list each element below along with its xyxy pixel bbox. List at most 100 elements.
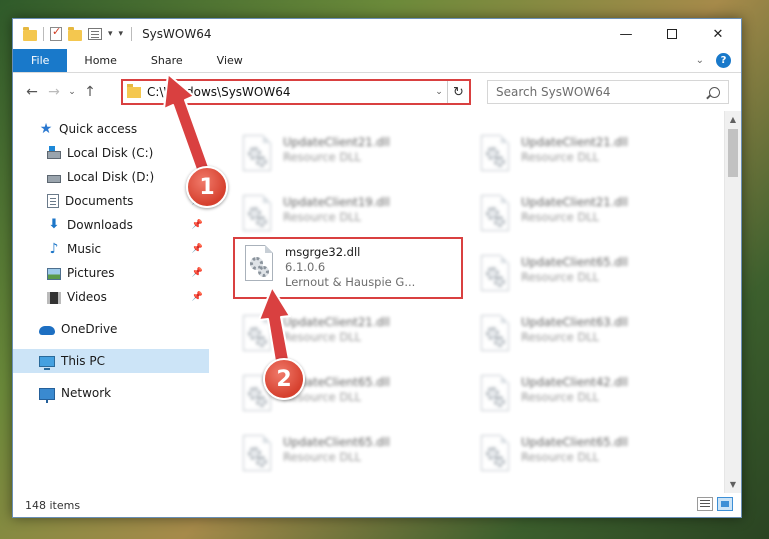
file-name: UpdateClient42.dll [521,375,628,389]
sidebar-item-quick-access[interactable]: ★ Quick access [13,117,209,141]
list-item[interactable]: UpdateClient21.dll Resource DLL [233,309,463,367]
sidebar-item-label: Music [67,242,102,256]
sidebar-item-downloads[interactable]: ⬇ Downloads 📌 [13,213,209,237]
minimize-button[interactable]: — [603,19,649,49]
sidebar-item-documents[interactable]: Documents 📌 [13,189,209,213]
maximize-icon [667,29,677,39]
list-item[interactable]: UpdateClient65.dll Resource DLL [471,249,701,307]
file-name: UpdateClient21.dll [521,195,628,209]
sidebar-item-onedrive[interactable]: OneDrive [13,317,209,341]
pin-icon[interactable]: 📌 [192,244,203,254]
dll-file-icon [239,135,275,179]
list-item[interactable]: UpdateClient21.dll Resource DLL [233,129,463,187]
file-type: Resource DLL [521,210,600,224]
download-icon: ⬇ [48,217,60,232]
file-name: UpdateClient19.dll [283,195,390,209]
list-item[interactable]: UpdateClient65.dll Resource DLL [471,429,701,487]
refresh-icon[interactable]: ↻ [447,81,469,103]
sidebar-item-local-disk-d[interactable]: Local Disk (D:) 📌 [13,165,209,189]
file-type: Resource DLL [521,270,600,284]
file-name: msgrge32.dll [285,245,361,259]
scrollbar-thumb[interactable] [728,129,738,177]
windows-drive-icon [47,145,61,159]
file-name: UpdateClient21.dll [521,135,628,149]
file-version: 6.1.0.6 [285,260,326,274]
chevron-down-icon[interactable]: ▾ [108,29,113,39]
ribbon-right: ⌄ ? [696,49,741,72]
expand-ribbon-icon[interactable]: ⌄ [696,55,704,66]
file-company: Lernout & Hauspie G... [285,275,416,289]
title-bar: ▾ ▾ SysWOW64 — ✕ [13,19,741,49]
list-item[interactable]: UpdateClient65.dll Resource DLL [233,429,463,487]
file-name: UpdateClient65.dll [283,435,390,449]
chevron-down-icon[interactable]: ⌄ [431,87,447,97]
tab-file[interactable]: File [13,49,68,72]
sidebar-item-this-pc[interactable]: This PC [13,349,209,373]
sidebar-item-pictures[interactable]: Pictures 📌 [13,261,209,285]
window-title: SysWOW64 [142,27,212,41]
address-path[interactable]: C:\Windows\SysWOW64 [147,85,431,99]
file-type: Resource DLL [283,450,362,464]
dll-file-icon [477,435,513,479]
properties-icon[interactable] [88,28,102,40]
search-input[interactable]: Search SysWOW64 [487,80,729,104]
sidebar-item-label: Documents [65,194,134,208]
music-icon: ♪ [49,241,59,257]
help-icon[interactable]: ? [716,53,731,68]
sidebar-item-label: Videos [67,290,107,304]
details-view-icon[interactable] [697,497,713,511]
file-type: Resource DLL [521,450,600,464]
tiles-view-icon[interactable] [717,497,733,511]
star-icon: ★ [39,121,53,137]
explorer-window: ▾ ▾ SysWOW64 — ✕ File Home Share View ⌄ … [12,18,742,518]
forward-arrow-icon[interactable]: → [43,84,65,100]
customize-toolbar-icon[interactable]: ▾ [119,29,124,39]
status-bar: 148 items [13,493,741,517]
step-1-badge: 1 [186,166,228,208]
vertical-scrollbar[interactable]: ▲ ▼ [724,111,741,493]
sidebar-item-label: Local Disk (C:) [67,146,154,160]
dll-file-icon [239,435,275,479]
pictures-icon [47,267,61,280]
file-type: Resource DLL [283,150,362,164]
new-folder-icon[interactable] [68,27,82,41]
scroll-up-icon[interactable]: ▲ [725,111,741,128]
onedrive-cloud-icon [39,326,55,335]
pin-icon[interactable]: 📌 [192,148,203,158]
list-item[interactable]: UpdateClient63.dll Resource DLL [471,309,701,367]
step-2-badge: 2 [263,358,305,400]
sidebar-item-label: Network [61,386,112,400]
list-item[interactable]: UpdateClient42.dll Resource DLL [471,369,701,427]
recent-locations-icon[interactable]: ⌄ [65,87,79,97]
list-item[interactable]: UpdateClient21.dll Resource DLL [471,189,701,247]
tab-home[interactable]: Home [67,49,133,72]
scroll-down-icon[interactable]: ▼ [725,476,741,493]
maximize-button[interactable] [649,19,695,49]
sidebar-item-videos[interactable]: Videos 📌 [13,285,209,309]
file-name: UpdateClient63.dll [521,315,628,329]
dll-file-icon [477,255,513,299]
pin-icon[interactable]: 📌 [192,268,203,278]
tab-share[interactable]: Share [134,49,200,72]
tab-view[interactable]: View [200,49,260,72]
sidebar-item-music[interactable]: ♪ Music 📌 [13,237,209,261]
file-type: Resource DLL [521,330,600,344]
file-type: Resource DLL [521,150,600,164]
back-arrow-icon[interactable]: ← [21,84,43,100]
close-icon: ✕ [712,26,724,42]
pin-icon[interactable]: 📌 [192,292,203,302]
properties-check-icon[interactable] [50,25,62,41]
search-icon[interactable] [709,86,720,98]
sidebar-item-local-disk-c[interactable]: Local Disk (C:) 📌 [13,141,209,165]
dll-file-icon [239,315,275,359]
up-arrow-icon[interactable]: ↑ [79,84,101,100]
file-type: Resource DLL [283,210,362,224]
list-item[interactable]: UpdateClient21.dll Resource DLL [471,129,701,187]
dll-file-icon [477,135,513,179]
close-button[interactable]: ✕ [695,19,741,49]
selected-file-msgrge32[interactable]: msgrge32.dll 6.1.0.6 Lernout & Hauspie G… [233,237,463,299]
sidebar-item-label: Downloads [67,218,133,232]
sidebar-item-network[interactable]: Network [13,381,209,405]
address-bar[interactable]: C:\Windows\SysWOW64 ⌄ ↻ [121,79,471,105]
pin-icon[interactable]: 📌 [192,220,203,230]
